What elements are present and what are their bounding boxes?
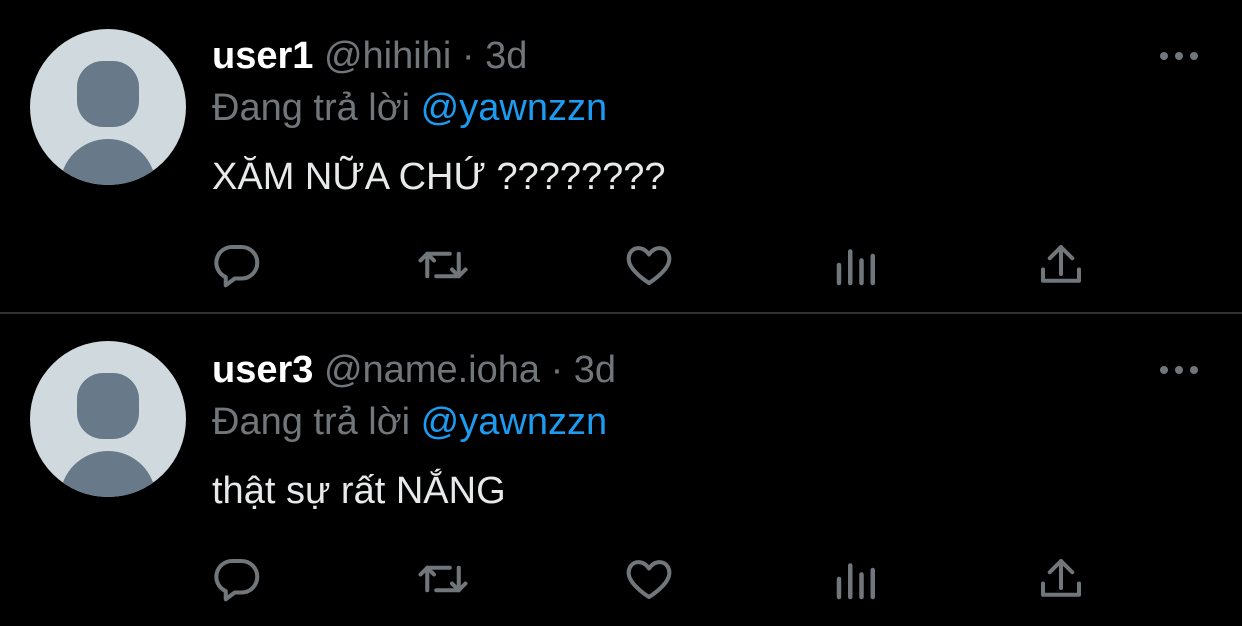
- like-icon: [626, 560, 672, 600]
- share-button[interactable]: [1034, 238, 1088, 292]
- views-icon: [836, 563, 875, 600]
- like-button[interactable]: [622, 552, 676, 606]
- tweet-text: thật sự rất NẮNG: [212, 470, 506, 512]
- username[interactable]: user3: [212, 349, 313, 391]
- replying-to: Đang trả lời @yawnzzn: [212, 400, 607, 444]
- replying-to: Đang trả lời @yawnzzn: [212, 86, 607, 130]
- tweet-header: user1 @hihihi · 3d: [212, 34, 527, 78]
- replying-label: Đang trả lời: [212, 401, 411, 443]
- reply-icon: [214, 558, 260, 602]
- views-icon: [836, 249, 875, 286]
- separator-dot: ·: [461, 35, 475, 77]
- more-options-icon[interactable]: [1158, 46, 1200, 66]
- reply-target-link[interactable]: @yawnzzn: [421, 87, 607, 129]
- tweet[interactable]: user1 @hihihi · 3d Đang trả lời @yawnzzn…: [0, 0, 1242, 312]
- timestamp[interactable]: 3d: [574, 349, 616, 391]
- avatar[interactable]: [30, 341, 186, 497]
- share-icon: [1040, 244, 1082, 283]
- reply-icon: [214, 244, 260, 288]
- user-handle[interactable]: @hihihi: [324, 35, 451, 77]
- retweet-button[interactable]: [416, 552, 470, 606]
- reply-button[interactable]: [210, 552, 264, 606]
- tweet[interactable]: user3 @name.ioha · 3d Đang trả lời @yawn…: [0, 314, 1242, 626]
- views-button[interactable]: [830, 552, 884, 606]
- like-icon: [626, 246, 672, 286]
- avatar-placeholder-icon: [77, 61, 139, 127]
- separator-dot: ·: [550, 349, 564, 391]
- share-icon: [1040, 558, 1082, 597]
- username[interactable]: user1: [212, 35, 313, 77]
- tweet-header: user3 @name.ioha · 3d: [212, 348, 616, 392]
- timestamp[interactable]: 3d: [485, 35, 527, 77]
- user-handle[interactable]: @name.ioha: [324, 349, 540, 391]
- share-button[interactable]: [1034, 552, 1088, 606]
- like-button[interactable]: [622, 238, 676, 292]
- replying-label: Đang trả lời: [212, 87, 411, 129]
- retweet-icon: [418, 251, 468, 279]
- retweet-icon: [418, 565, 468, 593]
- retweet-button[interactable]: [416, 238, 470, 292]
- views-button[interactable]: [830, 238, 884, 292]
- avatar[interactable]: [30, 29, 186, 185]
- tweet-text: XĂM NỮA CHỨ ????????: [212, 156, 666, 198]
- reply-target-link[interactable]: @yawnzzn: [421, 401, 607, 443]
- avatar-placeholder-icon: [77, 373, 139, 439]
- reply-button[interactable]: [210, 238, 264, 292]
- more-options-icon[interactable]: [1158, 360, 1200, 380]
